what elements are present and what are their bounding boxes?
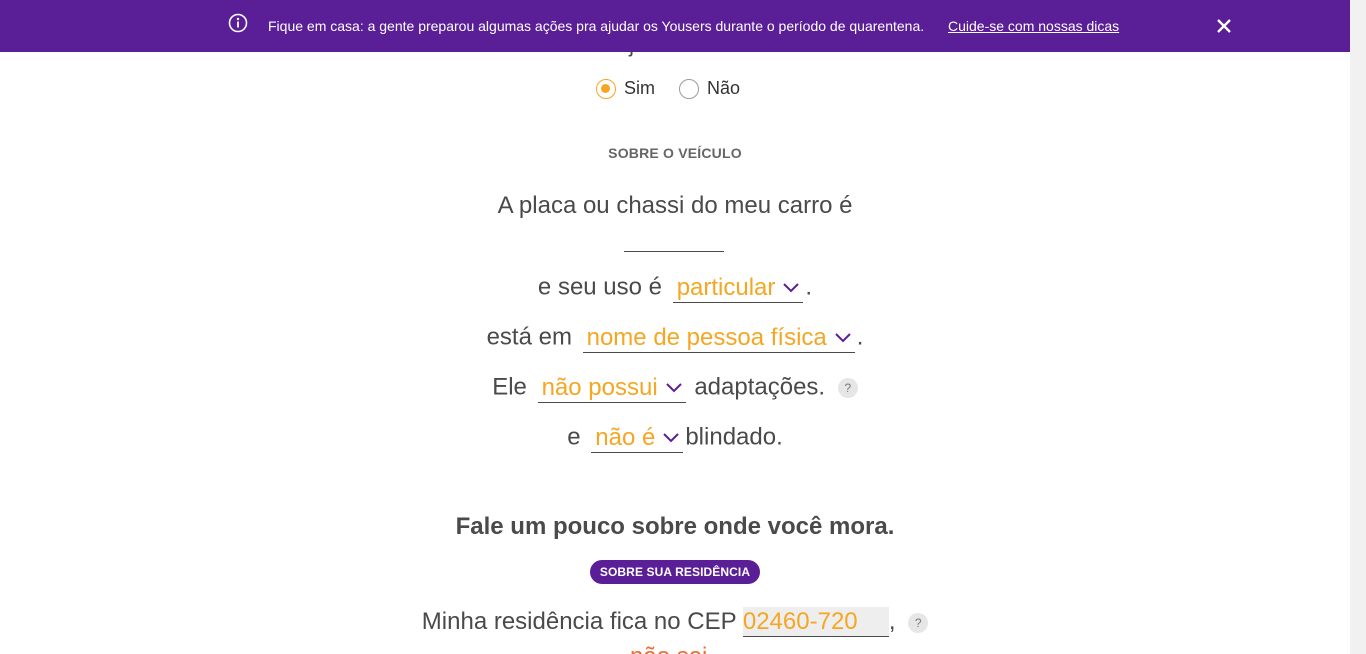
radio-unchecked-icon (679, 78, 699, 99)
close-icon[interactable] (1215, 17, 1233, 35)
owner-value: nome de pessoa física (586, 323, 827, 351)
cep-label: Minha residência fica no CEP (421, 608, 737, 635)
chevron-down-icon (665, 382, 682, 392)
info-icon (228, 13, 248, 33)
usage-line: e seu uso é particular . (0, 273, 1350, 303)
adapt-select[interactable]: não possui (537, 373, 686, 403)
usage-prefix: e seu uso é (537, 273, 663, 301)
residence-pill-wrap: SOBRE SUA RESIDÊNCIA (0, 560, 1350, 584)
radio-sim-label: Sim (624, 78, 655, 98)
radio-sim[interactable]: Sim (596, 78, 655, 99)
owner-select[interactable]: nome de pessoa física (582, 323, 855, 353)
cep-unknown-link[interactable]: não sei (630, 640, 720, 654)
cep-suffix: , (888, 608, 896, 635)
owner-line: está em nome de pessoa física . (0, 323, 1350, 353)
radio-checked-icon (596, 78, 616, 99)
owner-suffix: . (856, 323, 864, 351)
adapt-suffix: adaptações. (694, 373, 826, 401)
armor-prefix: e (567, 423, 581, 451)
cep-input[interactable]: 02460-720 (742, 607, 889, 637)
banner-message: Fique em casa: a gente preparou algumas … (268, 18, 925, 34)
radio-nao[interactable]: Não (679, 78, 740, 99)
section-vehicle-label: SOBRE O VEÍCULO (608, 145, 742, 161)
chevron-down-icon (783, 282, 800, 292)
residence-heading: Fale um pouco sobre onde você mora. (455, 513, 895, 540)
armor-value: não é (595, 423, 656, 451)
radio-nao-label: Não (707, 78, 741, 98)
armor-line: e não é blindado. (0, 423, 1350, 453)
usage-suffix: . (805, 273, 813, 301)
residence-section-badge: SOBRE SUA RESIDÊNCIA (589, 560, 761, 584)
cep-line: Minha residência fica no CEP 02460-720, … (0, 607, 1350, 637)
plate-label: A placa ou chassi do meu carro é (497, 192, 853, 219)
adapt-prefix: Ele (492, 373, 527, 401)
adapt-value: não possui (541, 373, 658, 401)
usage-select[interactable]: particular (672, 273, 804, 303)
page-scrollbar[interactable] (1350, 0, 1366, 654)
owner-prefix: está em (486, 323, 572, 351)
adapt-line: Ele não possui adaptações. ? (0, 373, 1350, 403)
chevron-down-icon (835, 332, 851, 342)
cep-unknown-text: não sei (630, 643, 707, 654)
armor-select[interactable]: não é (591, 423, 684, 453)
usage-value: particular (676, 273, 776, 301)
chevron-down-icon (663, 432, 680, 442)
quarantine-banner: Fique em casa: a gente preparou algumas … (0, 0, 1350, 52)
armor-suffix: blindado. (685, 423, 783, 451)
help-icon[interactable]: ? (837, 378, 858, 399)
help-icon[interactable]: ? (908, 612, 929, 633)
banner-tips-link[interactable]: Cuide-se com nossas dicas (948, 17, 1119, 35)
plate-input[interactable] (624, 224, 724, 252)
